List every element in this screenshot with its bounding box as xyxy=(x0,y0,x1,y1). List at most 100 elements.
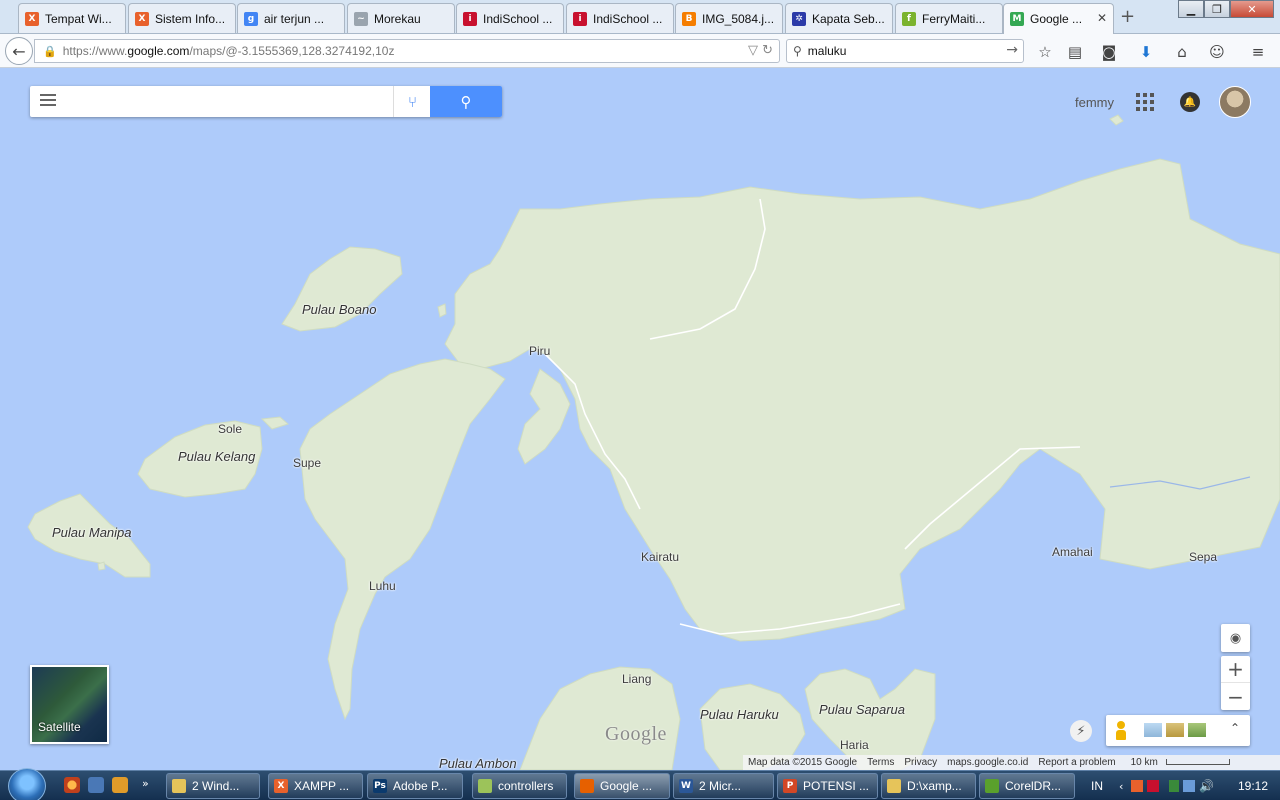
tray-expand-icon[interactable]: ‹ xyxy=(1119,780,1123,793)
taskbar-button-label: XAMPP ... xyxy=(294,779,350,793)
taskbar-button[interactable]: Google ... xyxy=(574,773,670,799)
close-tab-icon[interactable]: ✕ xyxy=(1097,11,1107,25)
directions-icon[interactable]: ⑂ xyxy=(393,86,431,117)
home-icon[interactable]: ⌂ xyxy=(1171,41,1193,63)
map-label-pulau-kelang[interactable]: Pulau Kelang xyxy=(178,449,255,464)
browser-search-box[interactable]: ⚲ maluku → xyxy=(786,39,1024,63)
earth-layer-thumb[interactable] xyxy=(1144,723,1162,737)
map-label-pulau-haruku[interactable]: Pulau Haruku xyxy=(700,707,779,722)
browser-tab[interactable]: X Tempat Wi... xyxy=(18,3,126,33)
search-go-icon[interactable]: → xyxy=(1006,42,1018,58)
map-label-kairatu[interactable]: Kairatu xyxy=(641,550,679,564)
pocket-icon[interactable]: ◙ xyxy=(1098,41,1120,63)
taskbar-button[interactable]: Ps Adobe P... xyxy=(367,773,463,799)
powerpoint-icon: P xyxy=(783,779,797,793)
bookmark-star-icon[interactable]: ☆ xyxy=(1034,41,1056,63)
chat-icon[interactable]: ☺ xyxy=(1206,41,1228,63)
google-logo: Google xyxy=(605,723,667,745)
map-label-pulau-manipa[interactable]: Pulau Manipa xyxy=(52,525,132,540)
terms-link[interactable]: Terms xyxy=(867,757,894,768)
map-label-pulau-saparua[interactable]: Pulau Saparua xyxy=(819,702,905,717)
taskbar-button[interactable]: W 2 Micr... xyxy=(673,773,774,799)
photoshop-icon: Ps xyxy=(373,779,387,793)
input-language[interactable]: IN xyxy=(1091,779,1103,793)
my-location-control: ◉ xyxy=(1221,624,1250,652)
show-desktop-icon[interactable] xyxy=(88,777,104,793)
domain-link[interactable]: maps.google.co.id xyxy=(947,757,1028,768)
terrain-layer-thumb[interactable] xyxy=(1166,723,1184,737)
my-location-icon[interactable]: ◉ xyxy=(1221,624,1250,652)
media-player-icon[interactable] xyxy=(112,777,128,793)
map-label-amahai[interactable]: Amahai xyxy=(1052,545,1093,559)
taskbar-button[interactable]: CorelDR... xyxy=(979,773,1075,799)
satellite-view-toggle[interactable]: Satellite xyxy=(30,665,109,744)
map-label-piru[interactable]: Piru xyxy=(529,344,550,358)
browser-tab[interactable]: ✲ Kapata Seb... xyxy=(785,3,893,33)
close-window-button[interactable]: ✕ xyxy=(1230,0,1274,18)
taskbar-button[interactable]: D:\xamp... xyxy=(881,773,976,799)
taskbar-button[interactable]: P POTENSI ... xyxy=(777,773,878,799)
chevron-up-icon[interactable]: ⌃ xyxy=(1230,721,1240,735)
volume-tray-icon[interactable]: 🔊 xyxy=(1199,779,1214,793)
photo-layer-thumb[interactable] xyxy=(1188,723,1206,737)
browser-tab[interactable]: X Sistem Info... xyxy=(128,3,236,33)
downloads-icon[interactable]: ⬇ xyxy=(1135,41,1157,63)
avatar[interactable] xyxy=(1219,86,1251,118)
hamburger-menu-icon[interactable] xyxy=(40,94,56,108)
map-label-haria[interactable]: Haria xyxy=(840,738,869,752)
menu-icon[interactable]: ≡ xyxy=(1247,41,1269,63)
folder-icon xyxy=(172,779,186,793)
start-button[interactable] xyxy=(8,768,46,800)
xampp-tray-icon[interactable] xyxy=(1131,780,1144,792)
address-bar[interactable]: 🔒 https://www.google.com/maps/@-3.155536… xyxy=(34,39,780,63)
antivirus-tray-icon[interactable] xyxy=(1147,780,1160,792)
account-name[interactable]: femmy xyxy=(1075,95,1114,110)
tab-title: FerryMaiti... xyxy=(922,11,986,26)
apps-grid-icon[interactable] xyxy=(1136,93,1154,111)
map-label-pulau-ambon[interactable]: Pulau Ambon xyxy=(439,756,517,770)
browser-tab[interactable]: g air terjun ... xyxy=(237,3,345,33)
zoom-controls: + − xyxy=(1221,656,1250,710)
report-problem-link[interactable]: Report a problem xyxy=(1038,757,1115,768)
browser-tab[interactable]: M Google ... ✕ xyxy=(1003,3,1114,34)
network-tray-icon[interactable] xyxy=(1183,780,1196,792)
map-label-liang[interactable]: Liang xyxy=(622,672,651,686)
browser-tab[interactable]: i IndiSchool ... xyxy=(566,3,674,33)
back-button[interactable]: ← xyxy=(5,37,33,65)
notifications-bell-icon[interactable]: 🔔 xyxy=(1180,92,1200,112)
maximize-button[interactable]: ❐ xyxy=(1204,0,1230,18)
windows-taskbar: » 2 Wind... X XAMPP ... Ps Adobe P... control… xyxy=(0,768,1280,800)
map-label-supe[interactable]: Supe xyxy=(293,456,321,470)
browser-tab[interactable]: ~ Morekau xyxy=(347,3,455,33)
clock[interactable]: 19:12 xyxy=(1238,779,1268,793)
lite-mode-bolt-icon[interactable]: ⚡ xyxy=(1070,720,1092,742)
taskbar-button[interactable]: 2 Wind... xyxy=(166,773,260,799)
map-land-layer xyxy=(27,114,1280,770)
map-canvas[interactable]: Pulau Boano Piru Sole Pulau Kelang Supe Pulau… xyxy=(0,69,1280,770)
scale-bar[interactable]: 10 km xyxy=(1126,757,1230,768)
browser-tab[interactable]: f FerryMaiti... xyxy=(895,3,1003,33)
map-label-sole[interactable]: Sole xyxy=(218,422,242,436)
map-label-luhu[interactable]: Luhu xyxy=(369,579,396,593)
folder-icon xyxy=(887,779,901,793)
quicklaunch-overflow-icon[interactable]: » xyxy=(142,777,158,793)
minimize-button[interactable]: ▁ xyxy=(1178,0,1204,18)
firefox-quicklaunch-icon[interactable] xyxy=(64,777,80,793)
map-label-pulau-boano[interactable]: Pulau Boano xyxy=(302,302,376,317)
bookmarks-menu-icon[interactable]: ▤ xyxy=(1064,41,1086,63)
google-icon: g xyxy=(244,11,258,26)
browser-tab[interactable]: B IMG_5084.j... xyxy=(675,3,783,33)
taskbar-button[interactable]: controllers xyxy=(472,773,567,799)
privacy-link[interactable]: Privacy xyxy=(904,757,937,768)
zoom-out-button[interactable]: − xyxy=(1221,683,1250,710)
battery-tray-icon[interactable] xyxy=(1169,780,1180,792)
taskbar-button[interactable]: X XAMPP ... xyxy=(268,773,363,799)
pegman-icon[interactable] xyxy=(1116,721,1126,740)
browser-tab[interactable]: i IndiSchool ... xyxy=(456,3,564,33)
search-button[interactable]: ⚲ xyxy=(430,86,502,117)
maps-search-input[interactable] xyxy=(66,90,416,112)
zoom-in-button[interactable]: + xyxy=(1221,656,1250,683)
reload-icon[interactable]: ▽ ↻ xyxy=(748,43,773,58)
map-label-sepa[interactable]: Sepa xyxy=(1189,550,1217,564)
new-tab-button[interactable]: + xyxy=(1120,6,1135,27)
